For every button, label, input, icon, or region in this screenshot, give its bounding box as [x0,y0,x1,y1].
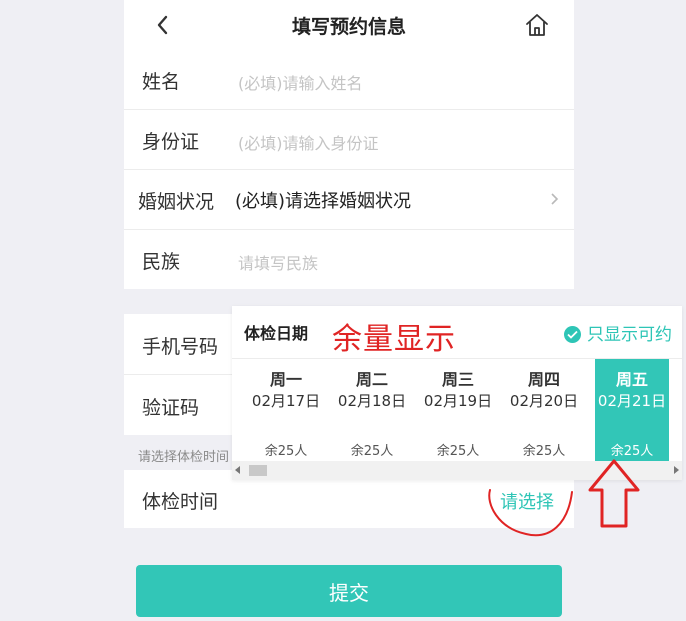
submit-button[interactable]: 提交 [136,565,562,617]
ethnicity-input[interactable]: 请填写民族 [238,250,318,274]
marital-select[interactable]: (必填)请选择婚姻状况 [235,187,411,213]
date-picker-title: 体检日期 [244,324,309,343]
date-label: 02月19日 [423,392,493,410]
day-option-selected[interactable]: 周五 02月21日 余25人 [595,359,669,461]
mobile-page: 填写预约信息 姓名 (必填)请输入姓名 身份证 (必填)请输入身份证 婚姻状况 … [124,0,574,617]
date-label: 02月20日 [509,392,579,410]
chevron-right-icon [551,193,559,205]
available-only-label: 只显示可约 [587,325,672,345]
weekday-label: 周四 [527,370,560,389]
available-only-toggle[interactable]: 只显示可约 [564,320,672,345]
marital-row[interactable]: 婚姻状况 (必填)请选择婚姻状况 [124,170,574,230]
home-icon[interactable] [524,12,550,38]
id-card-row[interactable]: 身份证 (必填)请输入身份证 [124,110,574,170]
personal-info-card: 姓名 (必填)请输入姓名 身份证 (必填)请输入身份证 婚姻状况 (必填)请选择… [124,50,574,289]
id-card-label: 身份证 [142,131,200,153]
exam-time-picker[interactable]: 请选择 [500,488,554,514]
name-input[interactable]: (必填)请输入姓名 [238,70,363,94]
date-picker-panel: 体检日期 余量显示 只显示可约 周一 02月17日 余25人 周二 02月18日… [232,306,682,480]
remaining-count: 余25人 [350,444,394,459]
name-row[interactable]: 姓名 (必填)请输入姓名 [124,50,574,110]
day-option[interactable]: 周三 02月19日 余25人 [416,359,500,461]
check-circle-icon [564,326,581,343]
horizontal-scrollbar[interactable] [232,461,682,480]
scroll-right-icon[interactable] [673,466,679,474]
ethnicity-row[interactable]: 民族 请填写民族 [124,230,574,289]
remaining-count: 余25人 [436,444,480,459]
exam-time-label: 体检时间 [142,491,219,513]
weekday-label: 周二 [355,370,388,389]
date-label: 02月17日 [251,392,321,410]
remaining-count: 余25人 [264,444,308,459]
name-label: 姓名 [142,71,181,93]
page-title: 填写预约信息 [291,16,406,38]
date-picker-header: 体检日期 余量显示 只显示可约 [232,306,682,359]
id-card-input[interactable]: (必填)请输入身份证 [238,130,379,154]
remaining-count: 余25人 [522,444,566,459]
weekday-label: 周五 [615,370,648,389]
ethnicity-label: 民族 [142,251,181,273]
code-label: 验证码 [142,397,200,419]
weekday-label: 周一 [269,370,302,389]
day-option[interactable]: 周一 02月17日 余25人 [244,359,328,461]
scrollbar-thumb[interactable] [249,465,267,476]
weekday-label: 周三 [441,370,474,389]
scroll-left-icon[interactable] [235,466,241,474]
day-option[interactable]: 周二 02月18日 余25人 [330,359,414,461]
phone-label: 手机号码 [142,336,219,358]
top-bar: 填写预约信息 [124,0,574,51]
remaining-count: 余25人 [610,444,654,459]
exam-time-hint: 请选择体检时间 [138,450,230,465]
date-label: 02月18日 [337,392,407,410]
day-list: 周一 02月17日 余25人 周二 02月18日 余25人 周三 02月19日 … [232,359,682,461]
date-label: 02月21日 [597,392,667,410]
day-option[interactable]: 周四 02月20日 余25人 [502,359,586,461]
marital-label: 婚姻状况 [138,191,215,213]
annotation-label: 余量显示 [332,322,456,357]
